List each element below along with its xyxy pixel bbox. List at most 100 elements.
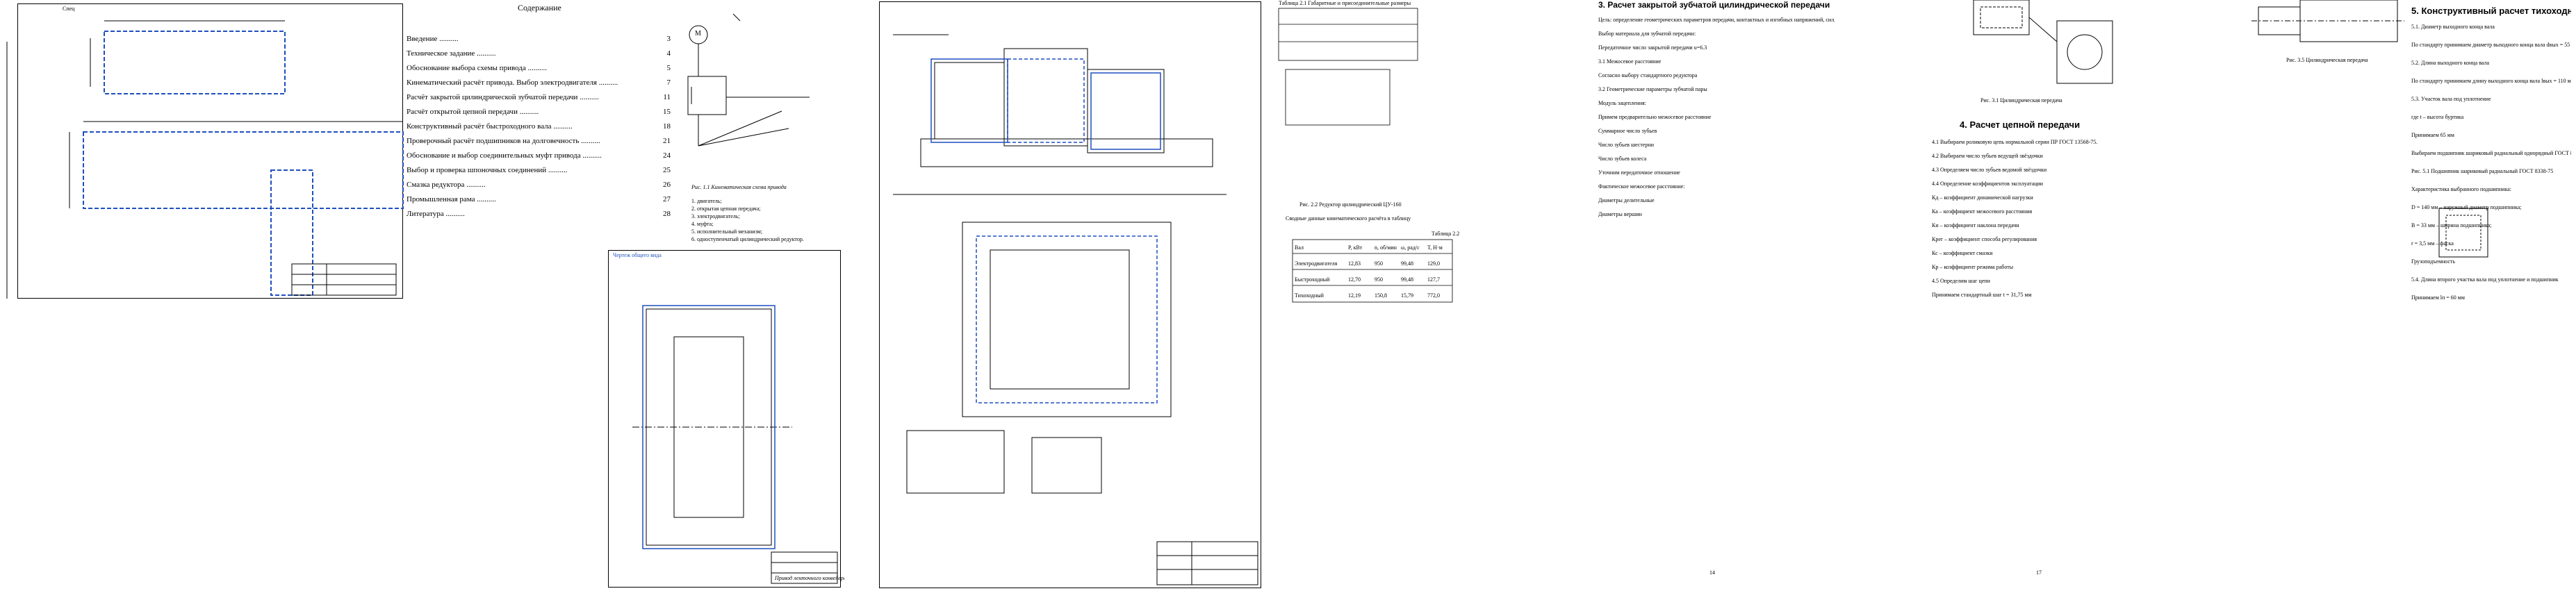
toc-item-text: Литература .......... [407, 210, 465, 218]
table-cell: 12,83 [1348, 260, 1361, 267]
toc-item-page: 21 [663, 137, 671, 145]
toc-item: Смазка редуктора .......... 26 [407, 181, 671, 189]
gear-text-line: Согласно выбору стандартного редуктора [1598, 72, 1698, 78]
toc-item-text: Введение .......... [407, 35, 459, 43]
pulley-drawing-sheet: Чертеж общего вида Привод ленточного кон… [605, 247, 844, 591]
chain-text-line: Кс – коэффициент смазки [1932, 250, 1993, 256]
chain-text-line: Ка – коэффициент межосевого расстояния [1932, 208, 2033, 215]
table-cell: 127,7 [1427, 276, 1440, 283]
summary-caption: Сводные данные кинематического расчёта в… [1286, 215, 1411, 222]
gear-text-line: Число зубьев колеса [1598, 156, 1647, 162]
toc-item-text: Обоснование и выбор соединительных муфт … [407, 151, 602, 160]
page-number-2: 14 [1709, 569, 1715, 576]
toc-item-page: 26 [663, 181, 671, 189]
table2-caption: Таблица 2.2 [1431, 231, 1460, 237]
page-number-3: 17 [2036, 569, 2042, 576]
chain-text-line: Кр – коэффициент режима работы [1932, 264, 2014, 270]
toc-item-page: 18 [663, 122, 671, 131]
table-cell: P, кВт [1348, 244, 1363, 251]
gear-text-line: Выбор материала для зубчатой передачи: [1598, 31, 1696, 37]
toc-item-text: Техническое задание .......... [407, 49, 496, 58]
chain-text-line: Крег – коэффициент способа регулирования [1932, 236, 2037, 242]
gear-text-line: Цель: определение геометрических парамет… [1598, 17, 1835, 23]
chain-text-line: 4.2 Выбираем число зубьев ведущей звёздо… [1932, 153, 2043, 159]
table-cell: Тихоходный [1295, 292, 1324, 299]
scheme-page: M Рис. 1.1 Кинематическая схема привода … [671, 0, 817, 264]
gear-text-line: Примем предварительно межосевое расстоян… [1598, 114, 1712, 120]
table-cell: 99,48 [1401, 260, 1413, 267]
toc-item-page: 27 [663, 195, 671, 203]
gear-text-line: Диаметры вершин [1598, 211, 1642, 217]
legend-item: 6. одноступенчатый цилиндрический редукт… [691, 236, 804, 242]
chain-section-title: 4. Расчет цепной передачи [1960, 119, 2081, 130]
chain-text-line: 4.1 Выбираем роликовую цепь нормальной с… [1932, 139, 2098, 145]
toc-item-text: Кинематический расчёт привода. Выбор эле… [407, 78, 618, 87]
toc-item: Конструктивный расчёт быстроходного вала… [407, 122, 671, 131]
chain-text-line: 4.3 Определяем число зубьев ведомой звёз… [1932, 167, 2047, 173]
toc-item: Обоснование выбора схемы привода .......… [407, 64, 671, 72]
table-cell: 12,19 [1348, 292, 1361, 299]
toc-item-page: 24 [663, 151, 671, 160]
chain-figure [1973, 0, 2113, 84]
toc-item: Кинематический расчёт привода. Выбор эле… [407, 78, 671, 87]
gear-text-line: 3.2 Геометрические параметры зубчатой па… [1598, 86, 1707, 92]
gear-tables [1278, 8, 1453, 303]
table-cell: 950 [1375, 260, 1383, 267]
gear-text-line: Фактическое межосевое расстояние: [1598, 183, 1685, 190]
toc-item-text: Промышленная рама .......... [407, 195, 496, 203]
table-cell: 12,70 [1348, 276, 1361, 283]
assembly-drawing [893, 34, 1258, 585]
chain-text-line: Кн – коэффициент наклона передачи [1932, 222, 2019, 228]
toc-item: Литература .......... 28 [407, 210, 671, 218]
assembly-drawing-sheet [865, 0, 1265, 591]
toc-item-text: Обоснование выбора схемы привода .......… [407, 64, 547, 72]
legend-item: 3. электродвигатель; [691, 213, 740, 219]
shaft-calc-page: 5. Конструктивный расчет тихоходного вал… [2245, 0, 2571, 590]
table-cell: n, об/мин [1375, 244, 1397, 251]
table-cell: Быстроходный [1295, 276, 1330, 283]
toc-title: Содержание [518, 3, 561, 13]
shaft-fig-caption: Рис. 3.5 Цилиндрическая передача [2286, 57, 2368, 63]
chain-text-line: Принимаем стандартный шаг t = 31,75 мм [1932, 292, 2032, 298]
legend-item: 4. муфта; [691, 221, 714, 227]
table-cell: Вал [1295, 244, 1304, 251]
gear-text-line: Диаметры делительные [1598, 197, 1655, 203]
gear-text-line: Уточним передаточное отношение [1598, 169, 1680, 176]
gear-text-line: Модуль зацепления: [1598, 100, 1646, 106]
gear-text-line: 3.1 Межосевое расстояние [1598, 58, 1662, 65]
table-cell: 15,79 [1401, 292, 1413, 299]
toc-item: Промышленная рама .......... 27 [407, 195, 671, 203]
table-cell: T, Н·м [1427, 244, 1443, 251]
gear-section-title: 3. Расчет закрытой зубчатой цилиндрическ… [1598, 0, 1830, 10]
chain-text-line: 4.5 Определим шаг цепи [1932, 278, 1990, 284]
table-cell: ω, рад/с [1401, 244, 1420, 251]
gear-calc-text-page: 3. Расчет закрытой зубчатой цилиндрическ… [1598, 0, 1835, 590]
toc-item: Расчёт закрытой цилиндрической зубчатой … [407, 93, 671, 101]
chain-text-line: Кд – коэффициент динамической нагрузки [1932, 194, 2033, 201]
toc-item-text: Проверочный расчёт подшипников на долгов… [407, 137, 600, 145]
table-cell: 950 [1375, 276, 1383, 283]
legend-item: 5. исполнительный механизм; [691, 228, 763, 235]
toc-item-page: 28 [663, 210, 671, 218]
table-cell: Электродвигателя [1295, 260, 1338, 267]
toc-item: Выбор и проверка шпоночных соединений ..… [407, 166, 671, 174]
table-cell: 772,0 [1427, 292, 1440, 299]
chain-calc-page: Рис. 3.1 Цилиндрическая передача 4. Расч… [1932, 0, 2147, 590]
drawing-sheet-frame: Спец [0, 0, 407, 306]
gear-text-line: Число зубьев шестерни [1598, 142, 1655, 148]
toc-item-text: Смазка редуктора .......... [407, 181, 486, 189]
toc-item-text: Расчёт открытой цепной передачи ........… [407, 108, 539, 116]
bearing-figure [2438, 208, 2488, 258]
toc-item-page: 15 [663, 108, 671, 116]
legend-item: 1. двигатель; [691, 198, 722, 204]
motor-label: M [695, 30, 701, 38]
toc-item-page: 25 [663, 166, 671, 174]
toc-item-text: Конструктивный расчёт быстроходного вала… [407, 122, 573, 131]
table-cell: 150,8 [1375, 292, 1387, 299]
toc-item-text: Расчёт закрытой цилиндрической зубчатой … [407, 93, 599, 101]
toc-item: Введение .......... 3 [407, 35, 671, 43]
gear-fig-caption: Рис. 2.2 Редуктор цилиндрический ЦУ-160 [1299, 201, 1402, 208]
table-cell: 129,0 [1427, 260, 1440, 267]
toc-item-page: 11 [663, 93, 671, 101]
table-cell: 99,48 [1401, 276, 1413, 283]
